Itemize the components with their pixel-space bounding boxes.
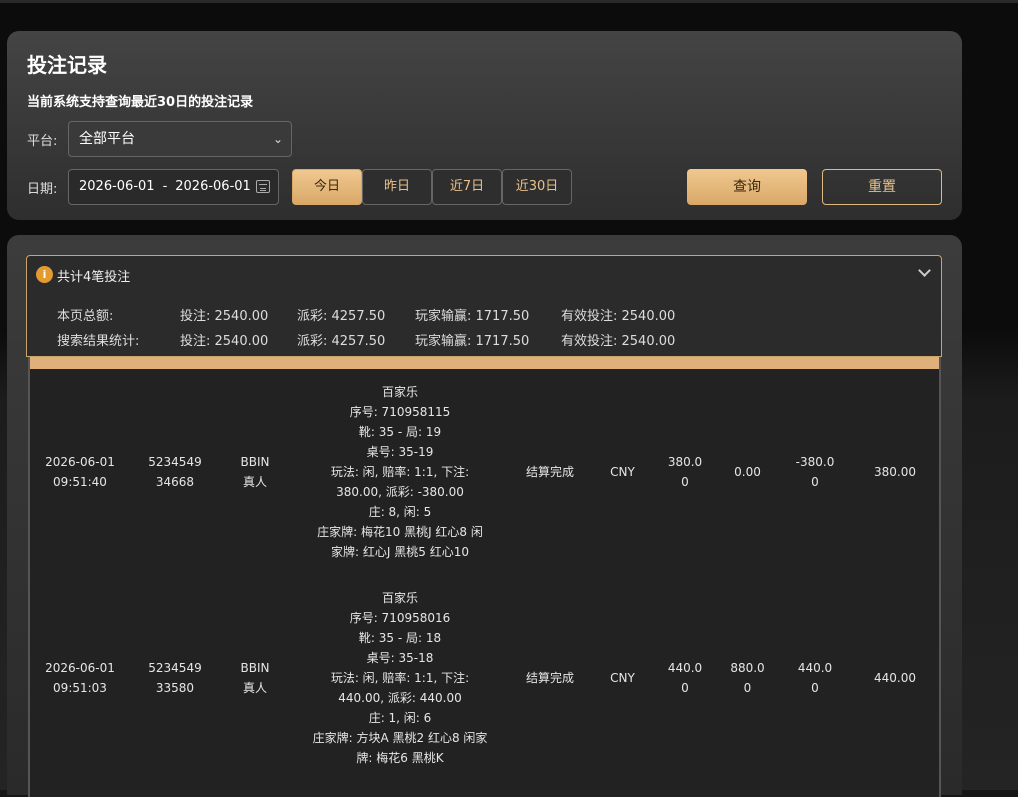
summary-bet: 投注: 2540.00: [180, 334, 269, 349]
info-icon: i: [36, 266, 53, 283]
range-30days-button[interactable]: 近30日: [502, 169, 572, 205]
cell-payout: 880.0 0: [730, 661, 765, 695]
cell-status: 结算完成: [525, 465, 574, 479]
range-yesterday-button[interactable]: 昨日: [362, 169, 432, 205]
reset-button[interactable]: 重置: [822, 169, 942, 205]
filter-panel: 投注记录 当前系统支持查询最近30日的投注记录 平台: 全部平台 ⌄ 日期: 2…: [7, 31, 962, 220]
date-start: 2026-06-01: [79, 179, 155, 194]
summary-label: 本页总额:: [57, 309, 114, 324]
cell-valid: 380.00: [874, 465, 916, 479]
calendar-icon[interactable]: [256, 180, 270, 193]
date-separator: -: [162, 179, 168, 194]
summary-bet: 投注: 2540.00: [180, 309, 269, 324]
date-label: 日期:: [27, 182, 58, 197]
cell-bet: 440.0 0: [667, 661, 703, 695]
records-table: 2026-06-01 09:51:40 5234549 34668 BBIN 真人 百…: [28, 357, 941, 797]
summary-valid: 有效投注: 2540.00: [561, 334, 676, 349]
cell-order: 5234549 34668: [148, 455, 202, 489]
cell-valid: 440.00: [874, 671, 916, 685]
cell-currency: CNY: [610, 465, 635, 479]
summary-winloss: 玩家输赢: 1717.50: [415, 309, 530, 324]
cell-detail: 百家乐 序号: 710958016 靴: 35 - 局: 18 桌号: 35-18 玩…: [312, 591, 488, 765]
results-panel: i 共计4笔投注 本页总额: 投注: 2540.00 派彩: 4257.50 玩…: [7, 235, 962, 797]
cell-time: 2026-06-01 09:51:40: [45, 455, 115, 489]
cell-bet: 380.0 0: [667, 455, 703, 489]
range-7days-button[interactable]: 近7日: [432, 169, 502, 205]
page-subtitle: 当前系统支持查询最近30日的投注记录: [27, 95, 254, 110]
query-button[interactable]: 查询: [687, 169, 807, 205]
table-row: 2026-06-01 09:51:03 5234549 33580 BBIN 真人 百…: [30, 575, 939, 781]
date-range-input[interactable]: 2026-06-01-2026-06-01: [68, 169, 279, 205]
range-today-button[interactable]: 今日: [292, 169, 362, 205]
table-header-bar: [30, 357, 939, 369]
summary-valid: 有效投注: 2540.00: [561, 309, 676, 324]
cell-time: 2026-06-01 09:51:03: [45, 661, 115, 695]
summary-box: i 共计4笔投注 本页总额: 投注: 2540.00 派彩: 4257.50 玩…: [26, 255, 942, 357]
platform-label: 平台:: [27, 134, 58, 149]
summary-payout: 派彩: 4257.50: [297, 309, 386, 324]
chevron-down-icon: ⌄: [272, 132, 283, 146]
cell-status: 结算完成: [525, 671, 574, 685]
date-end: 2026-06-01: [175, 179, 251, 194]
cell-platform: BBIN 真人: [240, 455, 270, 489]
platform-select[interactable]: 全部平台 ⌄: [68, 121, 292, 157]
cell-currency: CNY: [610, 671, 635, 685]
cell-winloss: 440.0 0: [797, 661, 833, 695]
summary-payout: 派彩: 4257.50: [297, 334, 386, 349]
cell-winloss: -380.0 0: [795, 455, 835, 489]
collapse-chevron-icon[interactable]: [918, 264, 931, 277]
summary-title: 共计4笔投注: [57, 270, 131, 285]
cell-platform: BBIN 真人: [240, 661, 270, 695]
table-row: 2026-06-01 09:51:40 5234549 34668 BBIN 真人 百…: [30, 369, 939, 575]
summary-label: 搜索结果统计:: [57, 334, 140, 349]
cell-detail: 百家乐 序号: 710958115 靴: 35 - 局: 19 桌号: 35-19 玩…: [317, 385, 483, 559]
page-title: 投注记录: [27, 53, 107, 77]
summary-winloss: 玩家输赢: 1717.50: [415, 334, 530, 349]
cell-order: 5234549 33580: [148, 661, 202, 695]
cell-payout: 0.00: [734, 465, 761, 479]
platform-select-value: 全部平台: [79, 131, 135, 147]
